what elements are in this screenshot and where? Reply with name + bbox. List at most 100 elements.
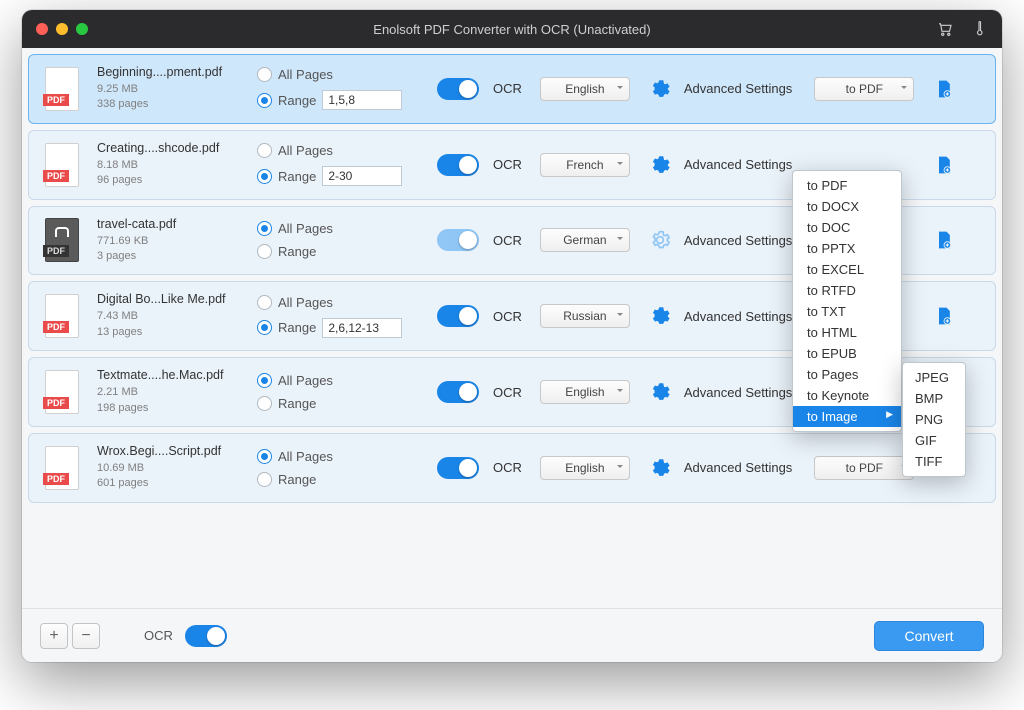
language-select[interactable]: English xyxy=(540,456,630,480)
image-format-option[interactable]: BMP xyxy=(903,388,965,409)
language-select[interactable]: German xyxy=(540,228,630,252)
convert-button[interactable]: Convert xyxy=(874,621,984,651)
all-pages-option[interactable]: All Pages xyxy=(257,221,427,236)
ocr-label: OCR xyxy=(493,157,522,172)
output-format-select[interactable]: to PDF xyxy=(814,456,914,480)
format-option[interactable]: to PPTX xyxy=(793,238,901,259)
range-option[interactable]: Range xyxy=(257,90,427,110)
ocr-label: OCR xyxy=(493,309,522,324)
page-selection: All Pages Range xyxy=(257,67,427,110)
window-controls xyxy=(36,23,88,35)
format-option[interactable]: to RTFD xyxy=(793,280,901,301)
range-option[interactable]: Range xyxy=(257,166,427,186)
all-pages-option[interactable]: All Pages xyxy=(257,67,427,82)
minimize-button[interactable] xyxy=(56,23,68,35)
all-pages-label: All Pages xyxy=(278,295,333,310)
format-option[interactable]: to TXT xyxy=(793,301,901,322)
range-label: Range xyxy=(278,396,316,411)
image-format-option[interactable]: GIF xyxy=(903,430,965,451)
settings-gear-icon[interactable] xyxy=(650,230,670,250)
file-icon xyxy=(45,67,79,111)
file-size: 8.18 MB xyxy=(97,158,247,173)
file-size: 2.21 MB xyxy=(97,385,247,400)
range-option[interactable]: Range xyxy=(257,396,427,411)
titlebar: Enolsoft PDF Converter with OCR (Unactiv… xyxy=(22,10,1002,48)
ocr-toggle[interactable] xyxy=(437,457,479,479)
all-pages-label: All Pages xyxy=(278,373,333,388)
format-option[interactable]: to EXCEL xyxy=(793,259,901,280)
format-option[interactable]: to EPUB xyxy=(793,343,901,364)
format-option[interactable]: to PDF xyxy=(793,175,901,196)
cart-icon[interactable] xyxy=(936,20,954,38)
settings-gear-icon[interactable] xyxy=(650,458,670,478)
range-label: Range xyxy=(278,93,316,108)
radio-icon xyxy=(257,143,272,158)
file-pages: 338 pages xyxy=(97,97,247,112)
row-settings-icon[interactable] xyxy=(934,230,954,250)
all-pages-option[interactable]: All Pages xyxy=(257,449,427,464)
add-file-button[interactable]: + xyxy=(40,623,68,649)
remove-file-button[interactable]: − xyxy=(72,623,100,649)
range-input[interactable] xyxy=(322,166,402,186)
range-input[interactable] xyxy=(322,90,402,110)
file-pages: 3 pages xyxy=(97,249,247,264)
image-format-option[interactable]: JPEG xyxy=(903,367,965,388)
file-pages: 198 pages xyxy=(97,401,247,416)
footer-ocr-toggle[interactable] xyxy=(185,625,227,647)
all-pages-option[interactable]: All Pages xyxy=(257,373,427,388)
ocr-label: OCR xyxy=(493,233,522,248)
row-settings-icon[interactable] xyxy=(934,79,954,99)
zoom-button[interactable] xyxy=(76,23,88,35)
range-label: Range xyxy=(278,472,316,487)
advanced-settings-label: Advanced Settings xyxy=(684,309,792,324)
ocr-toggle[interactable] xyxy=(437,305,479,327)
ocr-toggle[interactable] xyxy=(437,154,479,176)
footer: + − OCR Convert xyxy=(22,608,1002,662)
language-select[interactable]: English xyxy=(540,77,630,101)
ocr-toggle[interactable] xyxy=(437,381,479,403)
format-option[interactable]: to Pages xyxy=(793,364,901,385)
radio-icon xyxy=(257,396,272,411)
all-pages-option[interactable]: All Pages xyxy=(257,295,427,310)
image-format-option[interactable]: TIFF xyxy=(903,451,965,472)
file-row[interactable]: Beginning....pment.pdf9.25 MB338 pagesAl… xyxy=(28,54,996,124)
close-button[interactable] xyxy=(36,23,48,35)
file-info: travel-cata.pdf771.69 KB3 pages xyxy=(97,217,247,265)
settings-gear-icon[interactable] xyxy=(650,155,670,175)
output-format-select[interactable]: to PDF xyxy=(814,77,914,101)
format-option[interactable]: to DOC xyxy=(793,217,901,238)
format-option[interactable]: to Keynote xyxy=(793,385,901,406)
range-option[interactable]: Range xyxy=(257,318,427,338)
all-pages-option[interactable]: All Pages xyxy=(257,143,427,158)
ocr-toggle[interactable] xyxy=(437,78,479,100)
image-format-option[interactable]: PNG xyxy=(903,409,965,430)
range-option[interactable]: Range xyxy=(257,244,427,259)
file-info: Beginning....pment.pdf9.25 MB338 pages xyxy=(97,65,247,113)
format-option[interactable]: to DOCX xyxy=(793,196,901,217)
radio-icon xyxy=(257,472,272,487)
radio-icon xyxy=(257,320,272,335)
language-select[interactable]: Russian xyxy=(540,304,630,328)
row-settings-icon[interactable] xyxy=(934,306,954,326)
file-info: Wrox.Begi....Script.pdf10.69 MB601 pages xyxy=(97,444,247,492)
advanced-settings-label: Advanced Settings xyxy=(684,233,792,248)
thermometer-icon[interactable] xyxy=(970,20,988,38)
settings-gear-icon[interactable] xyxy=(650,306,670,326)
language-select[interactable]: English xyxy=(540,380,630,404)
range-label: Range xyxy=(278,320,316,335)
range-option[interactable]: Range xyxy=(257,472,427,487)
settings-gear-icon[interactable] xyxy=(650,79,670,99)
ocr-toggle[interactable] xyxy=(437,229,479,251)
format-option[interactable]: to Image xyxy=(793,406,901,427)
file-row[interactable]: Wrox.Begi....Script.pdf10.69 MB601 pages… xyxy=(28,433,996,503)
language-select[interactable]: French xyxy=(540,153,630,177)
advanced-settings-label: Advanced Settings xyxy=(684,460,792,475)
format-option[interactable]: to HTML xyxy=(793,322,901,343)
settings-gear-icon[interactable] xyxy=(650,382,670,402)
page-selection: All Pages Range xyxy=(257,143,427,186)
range-input[interactable] xyxy=(322,318,402,338)
row-settings-icon[interactable] xyxy=(934,155,954,175)
file-icon xyxy=(45,294,79,338)
file-icon xyxy=(45,446,79,490)
file-size: 7.43 MB xyxy=(97,309,247,324)
